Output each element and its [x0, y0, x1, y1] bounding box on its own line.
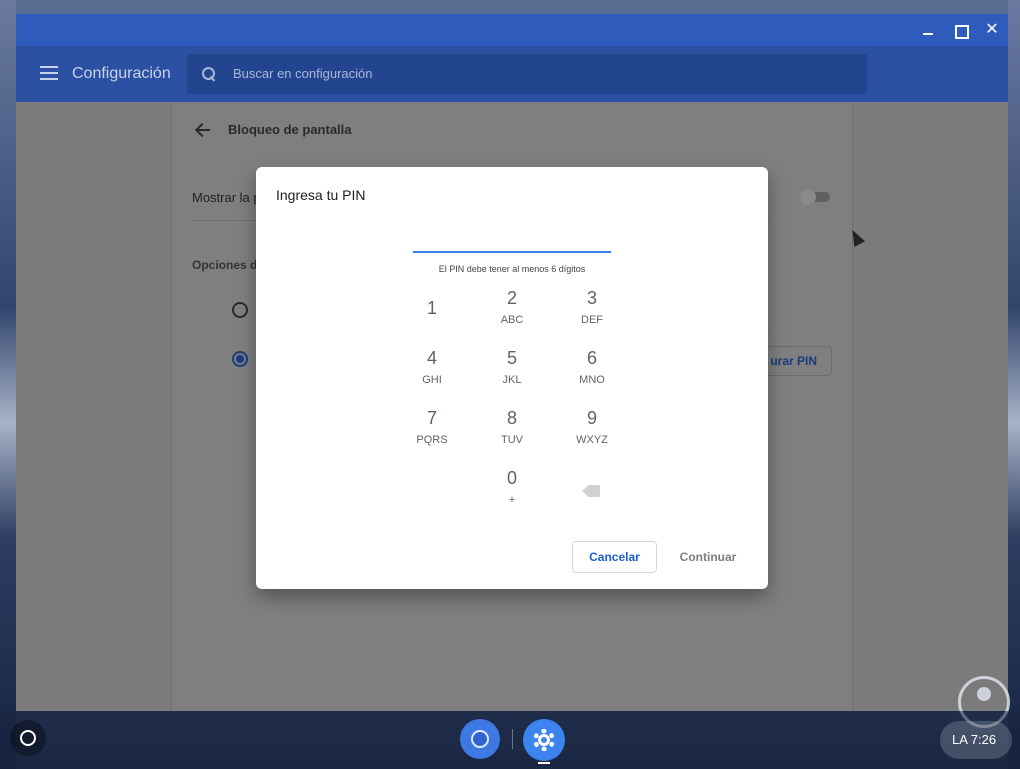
key-letters: ABC [500, 314, 524, 326]
minimize-icon[interactable] [918, 20, 938, 40]
wallpaper-right [1008, 0, 1020, 769]
key-digit: 0 [506, 468, 517, 488]
options-label: Opciones d [192, 258, 258, 272]
keypad-key-6[interactable]: 6 MNO [562, 343, 622, 395]
menu-icon[interactable] [40, 66, 58, 80]
maximize-icon[interactable] [950, 20, 970, 40]
app-header: Configuración Buscar en configuración [16, 46, 1008, 102]
key-digit: 4 [426, 348, 437, 368]
pin-input[interactable] [413, 233, 611, 253]
page-title: Bloqueo de pantalla [228, 122, 352, 137]
wallpaper-left [0, 0, 16, 769]
settings-icon[interactable] [523, 719, 565, 761]
key-letters: DEF [581, 314, 603, 326]
show-lock-screen-label: Mostrar la p [192, 190, 261, 205]
key-letters: MNO [579, 374, 605, 386]
keypad-backspace[interactable] [562, 473, 622, 497]
key-letters: TUV [501, 434, 523, 446]
active-app-indicator [538, 762, 550, 764]
chrome-icon[interactable] [460, 719, 500, 759]
shelf-separator [512, 729, 513, 749]
keypad-key-1[interactable]: 1 [402, 283, 462, 335]
search-placeholder: Buscar en configuración [233, 66, 373, 81]
key-digit: 8 [506, 408, 517, 428]
window-titlebar: ✕ [16, 14, 1008, 46]
search-input[interactable]: Buscar en configuración [187, 54, 867, 94]
pin-dialog: Ingresa tu PIN El PIN debe tener al meno… [256, 167, 768, 589]
back-arrow-icon[interactable] [194, 122, 212, 138]
key-letters: PQRS [416, 434, 448, 446]
cancel-button[interactable]: Cancelar [572, 541, 657, 573]
shelf: LA 7:26 [0, 711, 1020, 769]
status-tray[interactable]: LA 7:26 [940, 721, 1012, 759]
key-letters: GHI [422, 374, 442, 386]
close-icon[interactable]: ✕ [982, 20, 1002, 40]
key-digit: 2 [506, 288, 517, 308]
launcher-icon[interactable] [20, 730, 36, 746]
keypad-key-8[interactable]: 8 TUV [482, 403, 542, 455]
keypad-key-0[interactable]: 0 + [482, 463, 542, 515]
keypad-key-5[interactable]: 5 JKL [482, 343, 542, 395]
app-title: Configuración [72, 65, 171, 82]
backspace-icon [584, 485, 600, 497]
keypad-key-4[interactable]: 4 GHI [402, 343, 462, 395]
search-icon [201, 66, 217, 82]
key-letters: + [508, 494, 516, 506]
key-letters: WXYZ [576, 434, 608, 446]
key-digit: 9 [586, 408, 597, 428]
key-digit: 3 [586, 288, 597, 308]
keypad-key-2[interactable]: 2 ABC [482, 283, 542, 335]
dialog-title: Ingresa tu PIN [276, 187, 366, 203]
key-digit: 1 [426, 298, 437, 318]
pin-hint: El PIN debe tener al menos 6 dígitos [438, 264, 586, 274]
key-digit: 5 [506, 348, 517, 368]
lock-screen-toggle[interactable] [800, 189, 830, 205]
password-radio[interactable] [232, 302, 248, 318]
keypad-key-3[interactable]: 3 DEF [562, 283, 622, 335]
key-digit: 6 [586, 348, 597, 368]
status-clock: LA 7:26 [952, 732, 997, 747]
continue-button[interactable]: Continuar [672, 541, 744, 573]
key-digit: 7 [426, 408, 437, 428]
keypad-key-7[interactable]: 7 PQRS [402, 403, 462, 455]
keypad-key-9[interactable]: 9 WXYZ [562, 403, 622, 455]
pin-radio[interactable] [232, 351, 248, 367]
key-letters: JKL [502, 374, 522, 386]
